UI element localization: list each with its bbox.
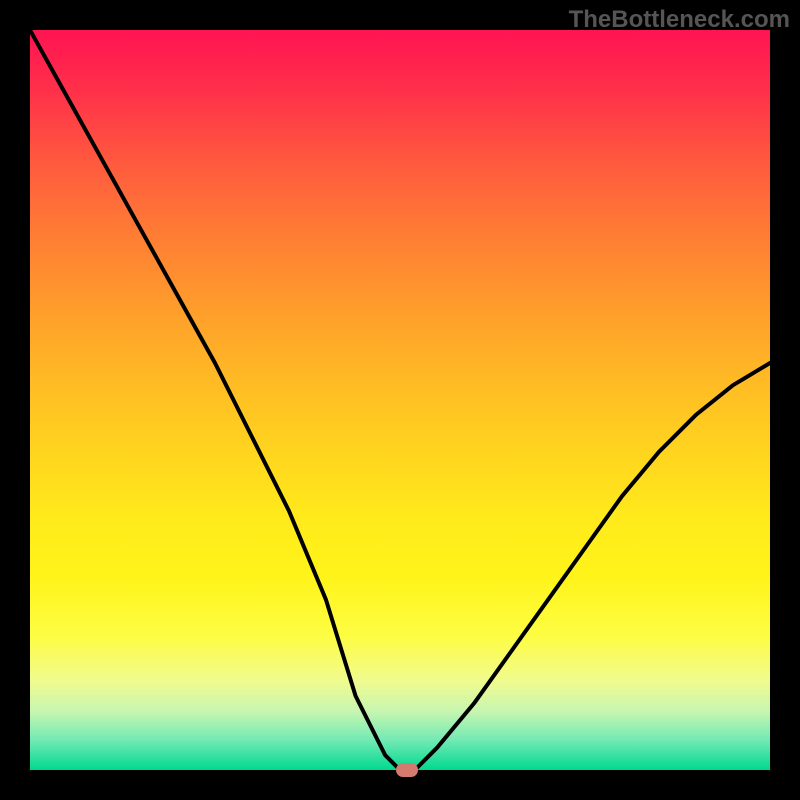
attribution-label: TheBottleneck.com xyxy=(569,6,790,34)
chart-plot-area xyxy=(30,30,770,770)
chart-curve xyxy=(30,30,770,770)
curve-svg xyxy=(30,30,770,770)
minimum-marker xyxy=(396,763,418,777)
